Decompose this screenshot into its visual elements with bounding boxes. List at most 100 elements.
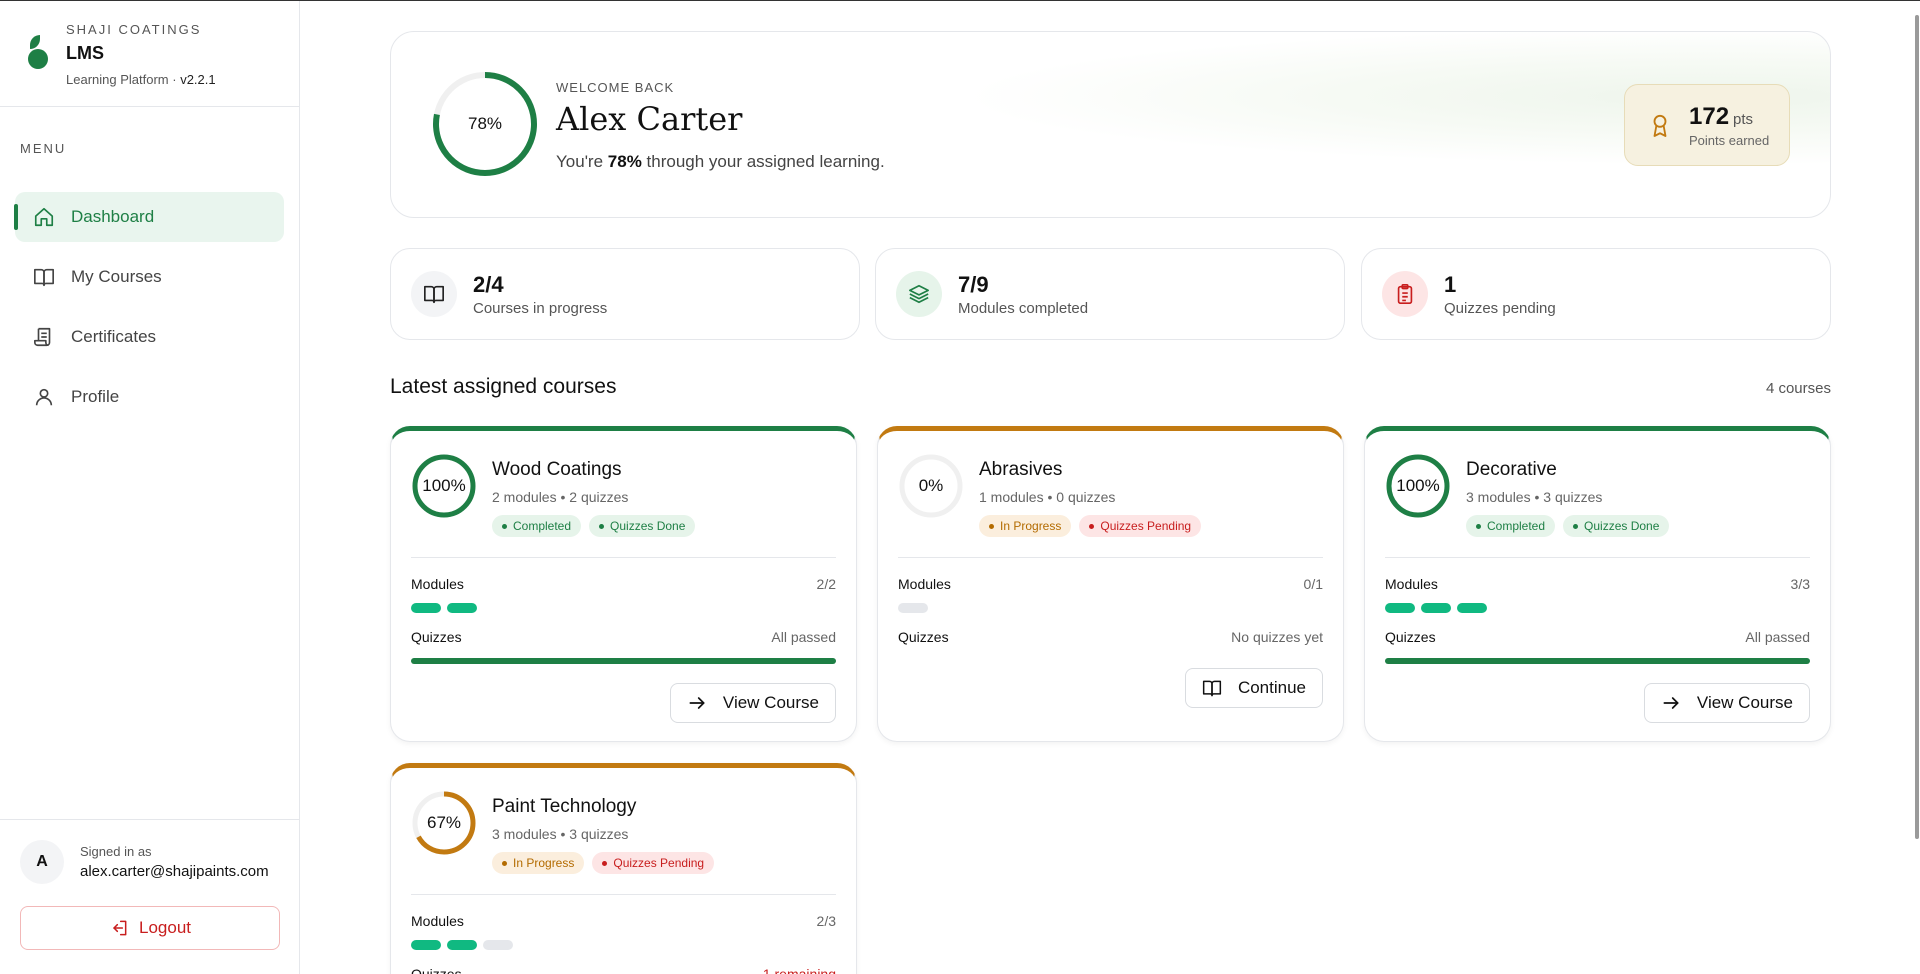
sidebar-item-label: Certificates [71,327,157,346]
quizzes-progress-bar [411,658,836,664]
modules-progress-segments [1385,603,1487,613]
section-title: Latest assigned courses [390,375,617,398]
signed-in-label: Signed in as [80,844,152,859]
stat-courses-in-progress: 2/4 Courses in progress [390,248,860,340]
progress-summary: You're 78% through your assigned learnin… [556,152,885,172]
view-course-button[interactable]: View Course [1643,683,1810,723]
stat-label: Quizzes pending [1444,299,1556,317]
course-title: Wood Coatings [492,459,622,480]
status-badge: In Progress [492,852,585,874]
progress-percent: 78% [607,152,642,171]
modules-label: Modules [1385,576,1438,592]
book-open-icon [1202,680,1222,697]
brand-header: SHAJI COATINGS LMS Learning Platform · v… [0,1,299,107]
stat-label: Modules completed [958,299,1089,317]
module-segment-complete [1421,603,1451,613]
stat-label: Courses in progress [473,299,608,317]
module-segment-complete [447,940,477,950]
stat-value: 7/9 [958,271,989,297]
course-title: Paint Technology [492,796,637,817]
sidebar-footer: A Signed in as alex.carter@shajipaints.c… [0,819,300,974]
card-divider [411,557,836,558]
quizzes-progress-bar [1385,658,1810,664]
modules-value: 0/1 [1303,576,1323,592]
course-progress-value: 100% [422,476,466,495]
brand-company: SHAJI COATINGS [66,22,202,37]
menu-heading: MENU [20,141,67,156]
sidebar-item-dashboard[interactable]: Dashboard [14,192,284,242]
sidebar-item-profile[interactable]: Profile [15,372,284,422]
avatar: A [20,840,64,884]
button-label: View Course [722,693,819,712]
progress-suffix: through your assigned learning. [641,152,885,171]
points-card: 172 pts Points earned [1624,84,1790,166]
user-name: Alex Carter [556,100,743,138]
course-card-decorative[interactable]: 100% Decorative 3 modules • 3 quizzes Co… [1364,426,1831,742]
sidebar-item-label: My Courses [71,267,162,286]
sidebar-item-certificates[interactable]: Certificates [15,312,284,362]
signed-in-user: A Signed in as alex.carter@shajipaints.c… [20,840,280,884]
continue-button[interactable]: Continue [1184,668,1323,708]
brand-subtitle-text: Learning Platform · [66,72,177,87]
points-value: 172 pts [1689,103,1769,131]
course-badges: Completed Quizzes Done [492,515,696,537]
course-badges: In Progress Quizzes Pending [492,852,715,874]
course-count: 4 courses [1765,380,1831,397]
page-scrollbar[interactable] [1915,15,1919,839]
course-progress-value: 100% [1396,476,1440,495]
book-icon [34,268,54,287]
modules-label: Modules [898,576,951,592]
module-segment-incomplete [898,603,928,613]
points-unit: pts [1733,110,1754,128]
points-label: Points earned [1689,132,1770,148]
quiz-status-badge: Quizzes Done [1563,515,1670,537]
logout-button[interactable]: Logout [20,906,280,950]
module-segment-complete [1385,603,1415,613]
modules-progress-segments [411,603,477,613]
quizzes-label: Quizzes [1385,629,1436,645]
stat-modules-completed: 7/9 Modules completed [875,248,1345,340]
course-card-paint-technology[interactable]: 67% Paint Technology 3 modules • 3 quizz… [390,763,857,974]
sidebar-item-label: Profile [71,387,120,406]
card-divider [411,894,836,895]
layers-icon [896,271,942,317]
module-segment-complete [411,940,441,950]
quizzes-value: All passed [771,629,836,645]
course-card-wood-coatings[interactable]: 100% Wood Coatings 2 modules • 2 quizzes… [390,426,857,742]
modules-progress-segments [411,940,513,950]
arrow-right-icon [689,697,705,709]
quiz-status-badge: Quizzes Done [589,515,696,537]
course-meta: 1 modules • 0 quizzes [979,489,1116,505]
course-badges: In Progress Quizzes Pending [979,515,1202,537]
sidebar-nav: Dashboard My Courses Certificates Profil… [0,192,299,422]
quizzes-value: 1 remaining [762,966,836,974]
course-meta: 3 modules • 3 quizzes [492,826,629,842]
modules-value: 2/3 [816,913,836,929]
quizzes-value: No quizzes yet [1231,629,1323,645]
clipboard-icon [1382,271,1428,317]
quizzes-label: Quizzes [898,629,949,645]
quizzes-label: Quizzes [411,629,462,645]
quizzes-label: Quizzes [411,966,462,974]
quiz-status-badge: Quizzes Pending [1079,515,1202,537]
scroll-icon [34,327,51,347]
logout-label: Logout [139,918,191,937]
course-card-abrasives[interactable]: 0% Abrasives 1 modules • 0 quizzes In Pr… [877,426,1344,742]
course-badges: Completed Quizzes Done [1466,515,1670,537]
module-segment-complete [447,603,477,613]
card-divider [898,557,1323,558]
status-badge: In Progress [979,515,1072,537]
modules-value: 3/3 [1790,576,1810,592]
progress-prefix: You're [556,152,608,171]
brand-logo-icon [26,35,50,75]
welcome-label: WELCOME BACK [556,80,675,95]
view-course-button[interactable]: View Course [669,683,836,723]
home-icon [34,207,54,227]
sidebar-item-my-courses[interactable]: My Courses [15,252,284,302]
modules-label: Modules [411,913,464,929]
course-meta: 2 modules • 2 quizzes [492,489,629,505]
button-label: View Course [1696,693,1793,712]
points-number: 172 [1689,102,1730,130]
stat-value: 1 [1444,271,1457,297]
course-meta: 3 modules • 3 quizzes [1466,489,1603,505]
